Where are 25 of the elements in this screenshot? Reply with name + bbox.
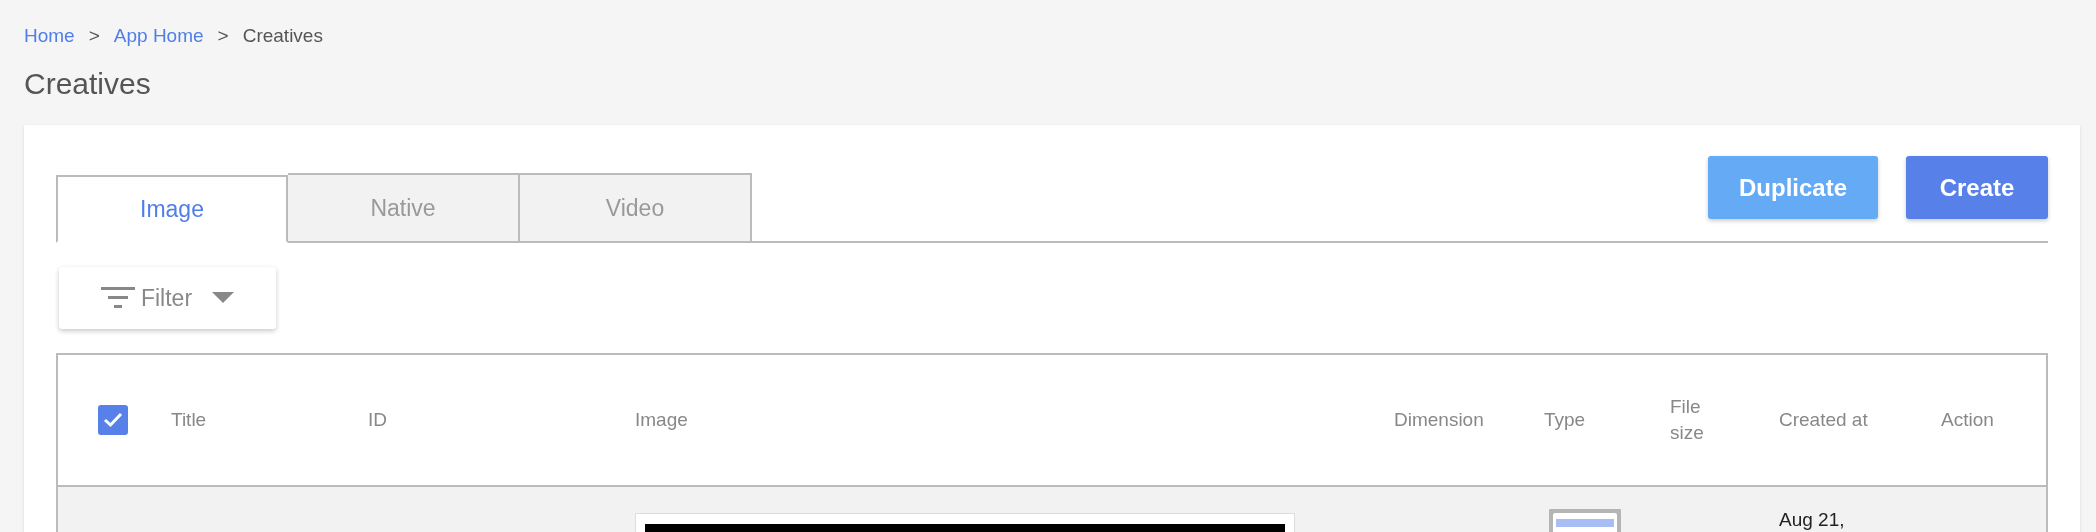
tab[interactable]: Video xyxy=(520,173,752,241)
column-header: Image xyxy=(635,408,689,433)
breadcrumb-link[interactable]: Home xyxy=(24,25,75,47)
caret-icon xyxy=(212,292,235,304)
select-all-checkbox[interactable] xyxy=(98,405,128,435)
tab[interactable]: Image xyxy=(56,175,288,243)
duplicate-button[interactable]: Duplicate xyxy=(1708,156,1878,219)
column-header: Type xyxy=(1544,408,1587,433)
breadcrumb-link[interactable]: App Home xyxy=(113,25,204,47)
column-header: Created at xyxy=(1779,408,1869,433)
column-header: File size xyxy=(1670,395,1705,445)
created-date: Aug 21, xyxy=(1779,508,1846,531)
filter-button[interactable]: Filter xyxy=(59,267,276,329)
check-icon xyxy=(103,412,123,428)
filter-icon xyxy=(100,287,135,309)
column-header: Dimension xyxy=(1394,408,1485,433)
breadcrumb-separator: > xyxy=(217,25,229,47)
tab[interactable]: Native xyxy=(288,173,520,241)
breadcrumb-separator: > xyxy=(88,25,100,47)
create-button[interactable]: Create xyxy=(1906,156,2048,219)
page-title: Creatives xyxy=(24,67,152,101)
column-header: Title xyxy=(171,408,208,433)
column-header: Action xyxy=(1941,408,1995,433)
column-header: ID xyxy=(368,408,388,433)
breadcrumb-current: Creatives xyxy=(242,25,323,47)
